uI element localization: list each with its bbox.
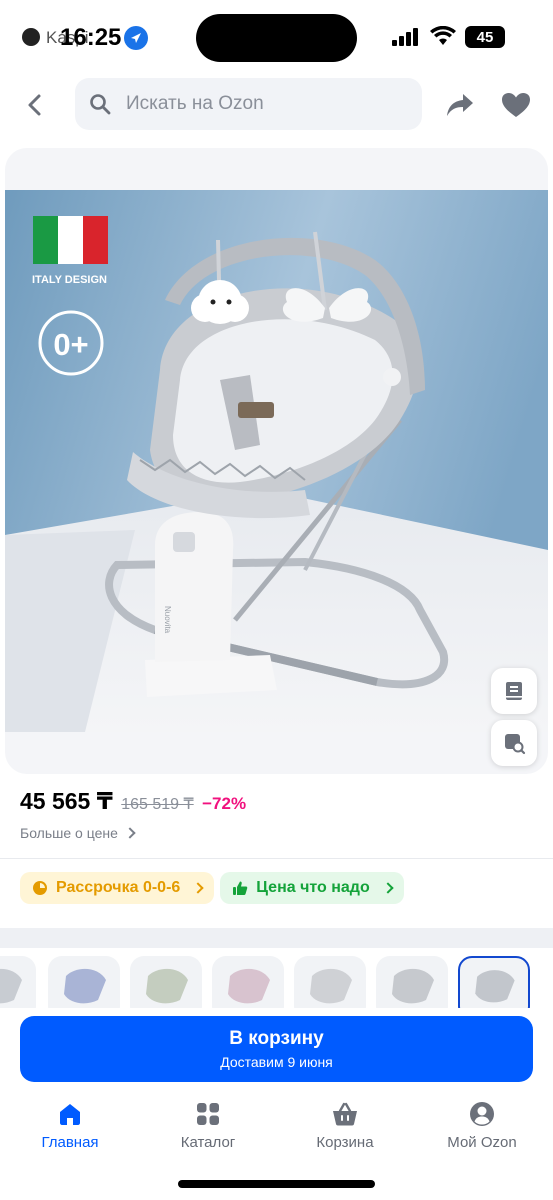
search-placeholder: Искать на Ozon [126,93,264,114]
variant-thumbnail[interactable] [130,956,202,1008]
tab-cart-label: Корзина [316,1134,374,1151]
more-about-price-link[interactable]: Больше о цене [20,825,540,841]
kaspi-app-icon [22,28,40,46]
product-image[interactable]: ITALY DESIGN 0+ Nuovita [5,190,548,732]
add-to-cart-label: В корзину [229,1028,324,1049]
wifi-icon [430,26,456,45]
variant-selector [0,948,553,1008]
tab-catalog-label: Каталог [180,1134,236,1151]
variant-thumbnail[interactable] [48,956,120,1008]
image-search-icon [505,734,526,755]
product-gallery[interactable]: ITALY DESIGN 0+ Nuovita [5,148,548,774]
search-input[interactable]: Искать на Ozon [75,78,422,130]
chevron-right-icon [192,882,204,894]
tab-home[interactable]: Главная [15,1100,125,1151]
fair-price-label: Цена что надо [256,879,370,896]
installment-label: Рассрочка 0-0-6 [56,879,181,896]
basket-icon [333,1102,357,1126]
section-separator [0,928,553,948]
variant-thumbnail-selected[interactable] [458,956,530,1008]
old-price: 165 519 ₸ [121,796,194,813]
variant-thumbnail[interactable] [0,956,36,1008]
home-icon [60,1104,80,1125]
divider [0,858,553,859]
grid-icon [197,1103,219,1125]
variant-thumbnail[interactable] [294,956,366,1008]
italy-design-label: ITALY DESIGN [32,274,107,286]
book-icon [506,682,522,700]
home-indicator [178,1180,375,1188]
tab-catalog[interactable]: Каталог [153,1100,263,1151]
add-to-cart-button[interactable]: В корзину Доставим 9 июня [20,1016,533,1082]
tab-home-label: Главная [41,1134,99,1151]
search-icon [90,94,111,115]
tab-cart[interactable]: Корзина [290,1100,400,1151]
heart-icon[interactable] [500,90,532,120]
chevron-right-icon [124,827,136,839]
clock-pie-icon [33,881,47,895]
thumbs-up-icon [233,881,248,895]
brand-on-base: Nuovita [163,606,172,634]
promo-chips: Рассрочка 0-0-6 Цена что надо [20,872,404,904]
fair-price-chip[interactable]: Цена что надо [220,872,404,904]
discount-badge: −72% [202,794,247,813]
current-price: 45 565 ₸ [20,788,113,814]
back-arrow-icon[interactable] [20,90,50,120]
age-badge: 0+ [53,327,88,362]
variant-thumbnail[interactable] [212,956,284,1008]
italy-flag [33,216,108,264]
tab-profile-label: Мой Ozon [447,1134,517,1151]
price-block: 45 565 ₸ 165 519 ₸ −72% Больше о цене [20,788,540,841]
location-arrow-icon [124,26,148,50]
share-icon[interactable] [444,90,476,120]
bottom-tab-bar: Главная Каталог Корзина Мой Ozon [0,1100,553,1160]
tab-profile[interactable]: Мой Ozon [427,1100,537,1151]
status-bar: Kaspi 16:25 45 [0,0,553,72]
profile-icon [470,1102,494,1126]
installment-chip[interactable]: Рассрочка 0-0-6 [20,872,215,904]
more-about-price-label: Больше о цене [20,825,118,841]
top-bar: Искать на Ozon [0,78,553,132]
delivery-date: Доставим 9 июня [220,1054,333,1070]
find-similar-button[interactable] [491,720,537,766]
battery-indicator: 45 [465,26,505,48]
cellular-signal-icon [392,28,420,46]
chevron-right-icon [382,882,394,894]
status-time: 16:25 [60,24,122,51]
variant-thumbnail[interactable] [376,956,448,1008]
info-book-button[interactable] [491,668,537,714]
dynamic-island [196,14,357,62]
